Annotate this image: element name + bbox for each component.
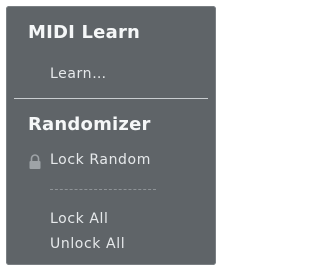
randomizer-section-title: Randomizer bbox=[28, 114, 151, 135]
unlock-all-menu-item[interactable]: Unlock All bbox=[50, 236, 125, 252]
menu-dashed-separator bbox=[50, 189, 156, 190]
context-menu: MIDI Learn Learn… Randomizer Lock Random… bbox=[6, 6, 216, 265]
lock-all-menu-item[interactable]: Lock All bbox=[50, 211, 109, 227]
learn-menu-item[interactable]: Learn… bbox=[50, 66, 107, 82]
menu-separator bbox=[14, 98, 208, 99]
lock-icon bbox=[28, 154, 42, 170]
lock-random-label: Lock Random bbox=[50, 152, 151, 168]
midi-learn-section-title: MIDI Learn bbox=[28, 22, 141, 43]
